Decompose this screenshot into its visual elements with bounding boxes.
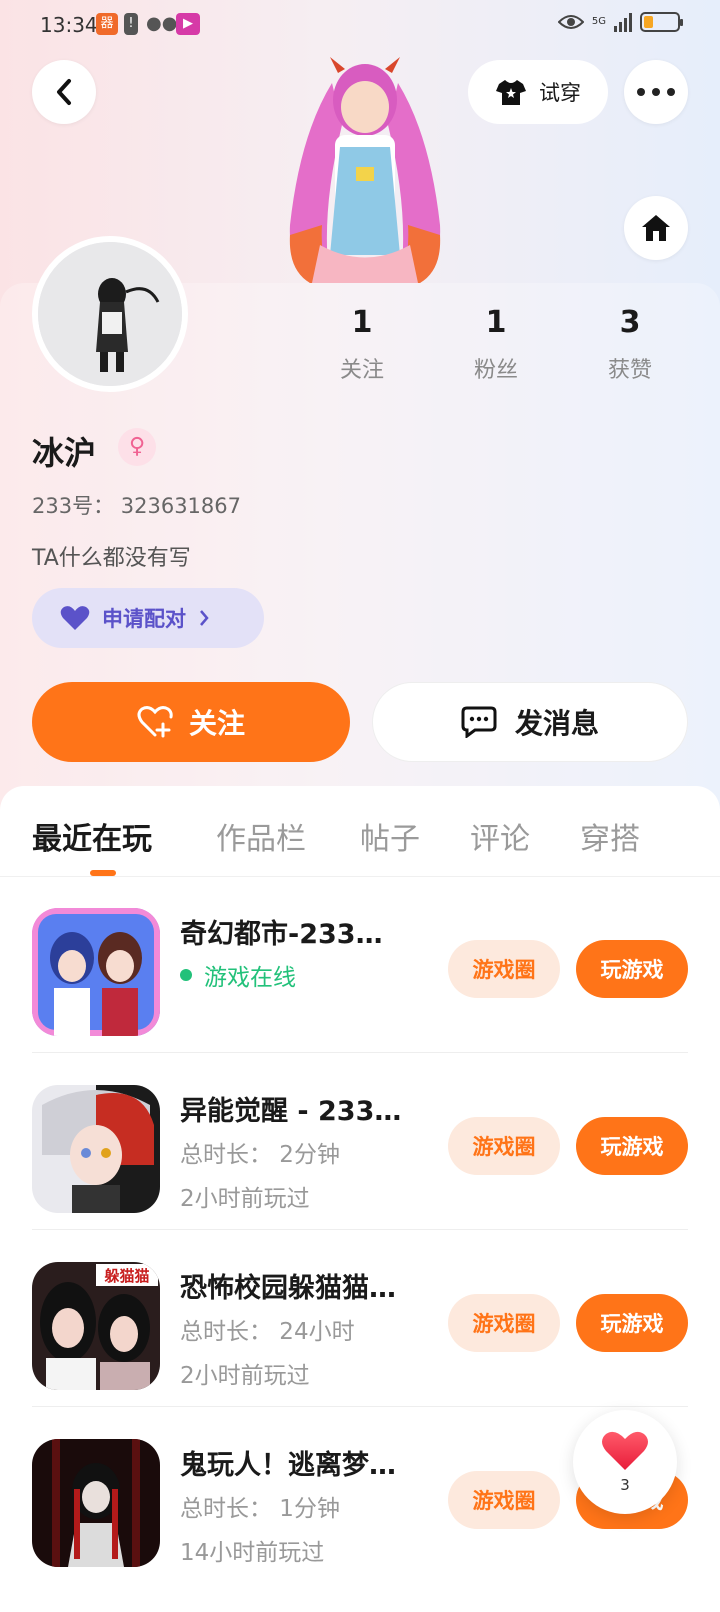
alert-notification-icon: ! [124,13,138,35]
home-button[interactable] [624,196,688,260]
pair-request-button[interactable]: 申请配对 [32,588,264,648]
list-item[interactable]: 异能觉醒 - 233… 总时长： 2分钟 2小时前玩过 游戏圈 玩游戏 [0,1053,720,1230]
more-dots-icon [637,88,675,96]
game-last-played: 2小时前玩过 [180,1186,310,1212]
play-game-button[interactable]: 玩游戏 [576,1117,688,1175]
follow-button[interactable]: 关注 [32,682,350,762]
floating-like-button[interactable]: 3 [573,1410,677,1514]
tab-posts[interactable]: 帖子 [360,814,420,858]
heart-icon [60,606,90,630]
fans-count: 1 [485,305,507,340]
game-circle-button[interactable]: 游戏圈 [448,1471,560,1529]
like-count: 3 [620,1476,630,1494]
send-message-button[interactable]: 发消息 [372,682,688,762]
game-title: 异能觉醒 - 233… [180,1096,402,1127]
chevron-left-icon [57,79,71,105]
game-title: 鬼玩人！逃离梦… [180,1450,396,1481]
tab-outfits[interactable]: 穿搭 [580,814,640,858]
following-label: 关注 [339,358,384,383]
app-notification-icon: 器 [96,13,118,35]
avatar-character-image[interactable] [250,55,480,285]
follow-label: 关注 [188,707,245,740]
play-game-button[interactable]: 玩游戏 [576,940,688,998]
status-time: 13:34 [40,13,98,37]
game-icon-title-text: 躲猫猫 [104,1267,149,1285]
tab-comments[interactable]: 评论 [470,814,530,858]
pair-request-label: 申请配对 [102,607,186,631]
username: 冰沪 [32,434,97,472]
online-label: 游戏在线 [204,965,296,991]
send-message-label: 发消息 [514,707,599,740]
user-id: 233号： 323631867 [32,494,242,518]
chat-bubble-icon [461,706,497,738]
battery-icon [640,12,683,32]
stat-fans[interactable]: 1 粉丝 [446,305,546,384]
game-last-played: 14小时前玩过 [180,1540,325,1566]
stat-likes[interactable]: 3 获赞 [580,305,680,384]
tab-works[interactable]: 作品栏 [216,814,306,858]
avatar[interactable] [32,236,188,392]
eye-icon [557,15,584,29]
likes-label: 获赞 [607,358,652,383]
heart-icon [602,1431,648,1470]
signal-icon [614,12,632,32]
game-icon [32,1439,160,1567]
wechat-icon: ●● [146,13,178,34]
back-button[interactable] [32,60,96,124]
more-button[interactable] [624,60,688,124]
online-dot-icon [180,969,192,981]
game-online-status: 游戏在线 [180,958,296,992]
try-on-label: 试穿 [539,81,581,105]
avatar-figure-image [38,242,182,386]
shirt-icon [496,80,526,105]
list-item[interactable]: 奇幻都市-233… 游戏在线 游戏圈 玩游戏 [0,876,720,1053]
fans-label: 粉丝 [473,358,518,383]
game-title: 恐怖校园躲猫猫… [180,1273,396,1304]
stat-following[interactable]: 1 关注 [312,305,412,384]
bio: TA什么都没有写 [32,546,191,571]
game-play-duration: 总时长： 2分钟 [180,1142,340,1168]
chevron-right-icon [200,610,209,626]
game-play-duration: 总时长： 1分钟 [180,1496,340,1522]
list-item[interactable]: 躲猫猫 恐怖校园躲猫猫… 总时长： 24小时 2小时前玩过 游戏圈 玩游戏 [0,1230,720,1407]
home-icon [642,215,670,241]
following-count: 1 [351,305,373,340]
female-gender-icon: ♀ [118,428,156,466]
play-game-button[interactable]: 玩游戏 [576,1294,688,1352]
video-app-icon: ▶ [176,13,200,35]
status-bar: 13:34 器 ! ●● ▶ 5G [0,0,720,50]
game-circle-button[interactable]: 游戏圈 [448,940,560,998]
tab-recent-played[interactable]: 最近在玩 [32,814,152,858]
try-on-button[interactable]: 试穿 [468,60,608,124]
likes-count: 3 [619,305,641,340]
game-last-played: 2小时前玩过 [180,1363,310,1389]
heart-plus-icon [137,706,173,738]
game-icon [32,908,160,1036]
network-type: 5G [591,16,606,27]
game-icon: 躲猫猫 [32,1262,160,1390]
game-circle-button[interactable]: 游戏圈 [448,1117,560,1175]
game-circle-button[interactable]: 游戏圈 [448,1294,560,1352]
game-title: 奇幻都市-233… [180,919,383,950]
game-play-duration: 总时长： 24小时 [180,1319,355,1345]
game-icon [32,1085,160,1213]
